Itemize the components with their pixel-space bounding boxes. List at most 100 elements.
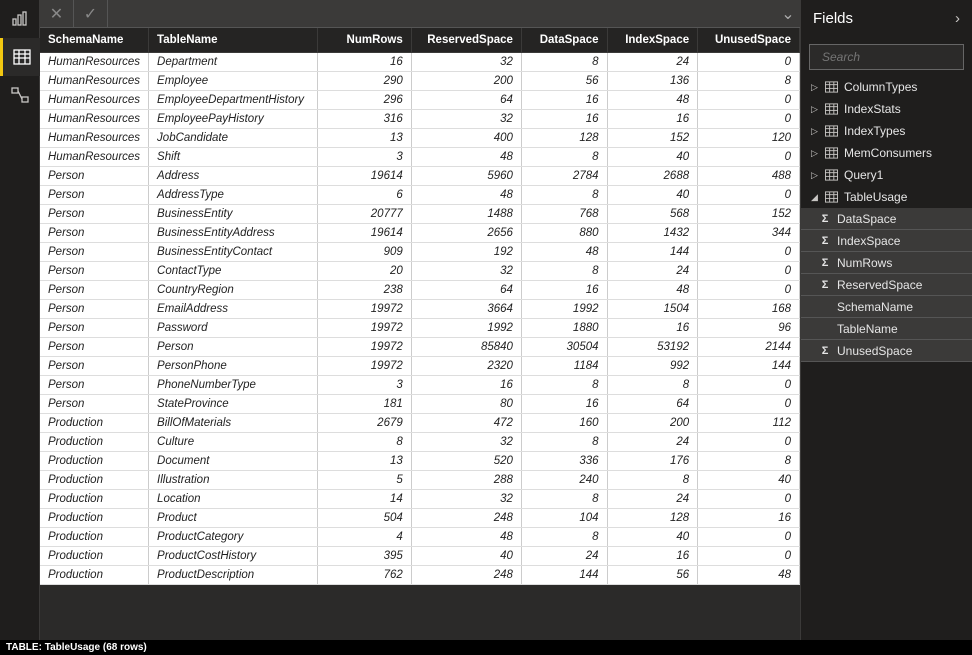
cell[interactable]: 3664 (411, 300, 521, 319)
formula-cancel-button[interactable]: ✕ (40, 0, 74, 27)
cell[interactable]: 48 (411, 186, 521, 205)
cell[interactable]: 32 (411, 110, 521, 129)
cell[interactable]: Product (149, 509, 318, 528)
column-header[interactable]: SchemaName (40, 28, 149, 53)
cell[interactable]: BusinessEntityContact (149, 243, 318, 262)
cell[interactable]: 0 (698, 490, 800, 509)
cell[interactable]: Password (149, 319, 318, 338)
table-row[interactable]: PersonBusinessEntity207771488768568152 (40, 205, 800, 224)
table-row[interactable]: ProductionBillOfMaterials267947216020011… (40, 414, 800, 433)
cell[interactable]: 40 (698, 471, 800, 490)
cell[interactable]: 8 (521, 53, 607, 72)
table-row[interactable]: ProductionDocument135203361768 (40, 452, 800, 471)
table-row[interactable]: PersonAddress19614596027842688488 (40, 167, 800, 186)
cell[interactable]: Person (40, 395, 149, 414)
cell[interactable]: 32 (411, 490, 521, 509)
cell[interactable]: 4 (317, 528, 411, 547)
cell[interactable]: 16 (521, 395, 607, 414)
cell[interactable]: BusinessEntity (149, 205, 318, 224)
cell[interactable]: 19614 (317, 167, 411, 186)
table-row[interactable]: HumanResourcesEmployeeDepartmentHistory2… (40, 91, 800, 110)
cell[interactable]: 248 (411, 566, 521, 585)
table-row[interactable]: HumanResourcesEmployee290200561368 (40, 72, 800, 91)
cell[interactable]: 1184 (521, 357, 607, 376)
table-row[interactable]: PersonBusinessEntityAddress1961426568801… (40, 224, 800, 243)
fields-header[interactable]: Fields › (801, 0, 972, 38)
cell[interactable]: 64 (411, 281, 521, 300)
fields-table-item[interactable]: ▷IndexStats (801, 98, 972, 120)
cell[interactable]: Person (40, 224, 149, 243)
cell[interactable]: 336 (521, 452, 607, 471)
cell[interactable]: 1992 (521, 300, 607, 319)
cell[interactable]: 880 (521, 224, 607, 243)
cell[interactable]: ProductDescription (149, 566, 318, 585)
cell[interactable]: 992 (607, 357, 698, 376)
cell[interactable]: 181 (317, 395, 411, 414)
cell[interactable]: 6 (317, 186, 411, 205)
cell[interactable]: 168 (698, 300, 800, 319)
cell[interactable]: 24 (607, 490, 698, 509)
cell[interactable]: 8 (521, 186, 607, 205)
fields-column-item[interactable]: ΣReservedSpace (801, 274, 972, 296)
cell[interactable]: 24 (521, 547, 607, 566)
cell[interactable]: Production (40, 490, 149, 509)
cell[interactable]: Person (149, 338, 318, 357)
cell[interactable]: StateProvince (149, 395, 318, 414)
cell[interactable]: ProductCostHistory (149, 547, 318, 566)
cell[interactable]: 0 (698, 528, 800, 547)
cell[interactable]: 0 (698, 262, 800, 281)
cell[interactable]: 8 (698, 452, 800, 471)
cell[interactable]: 13 (317, 452, 411, 471)
cell[interactable]: Production (40, 414, 149, 433)
cell[interactable]: 0 (698, 547, 800, 566)
cell[interactable]: 8 (521, 262, 607, 281)
cell[interactable]: Production (40, 566, 149, 585)
cell[interactable]: 238 (317, 281, 411, 300)
fields-table-item[interactable]: ◢TableUsage (801, 186, 972, 208)
cell[interactable]: 768 (521, 205, 607, 224)
cell[interactable]: 1992 (411, 319, 521, 338)
cell[interactable]: 0 (698, 281, 800, 300)
table-row[interactable]: ProductionLocation14328240 (40, 490, 800, 509)
cell[interactable]: 8 (607, 376, 698, 395)
cell[interactable]: 3 (317, 148, 411, 167)
table-row[interactable]: ProductionProductCostHistory3954024160 (40, 547, 800, 566)
cell[interactable]: Department (149, 53, 318, 72)
cell[interactable]: 13 (317, 129, 411, 148)
cell[interactable]: Production (40, 452, 149, 471)
cell[interactable]: 288 (411, 471, 521, 490)
cell[interactable]: 48 (521, 243, 607, 262)
formula-input[interactable] (108, 0, 776, 27)
cell[interactable]: 472 (411, 414, 521, 433)
cell[interactable]: 48 (411, 148, 521, 167)
data-view-button[interactable] (0, 38, 40, 76)
fields-table-item[interactable]: ▷IndexTypes (801, 120, 972, 142)
cell[interactable]: 176 (607, 452, 698, 471)
cell[interactable]: 0 (698, 395, 800, 414)
cell[interactable]: EmailAddress (149, 300, 318, 319)
cell[interactable]: 30504 (521, 338, 607, 357)
cell[interactable]: 192 (411, 243, 521, 262)
cell[interactable]: 48 (698, 566, 800, 585)
cell[interactable]: 16 (411, 376, 521, 395)
cell[interactable]: 762 (317, 566, 411, 585)
cell[interactable]: 504 (317, 509, 411, 528)
cell[interactable]: 56 (607, 566, 698, 585)
fields-column-item[interactable]: TableName (801, 318, 972, 340)
cell[interactable]: Person (40, 167, 149, 186)
cell[interactable]: 112 (698, 414, 800, 433)
cell[interactable]: ContactType (149, 262, 318, 281)
cell[interactable]: 568 (607, 205, 698, 224)
cell[interactable]: 16 (317, 53, 411, 72)
cell[interactable]: 40 (607, 148, 698, 167)
cell[interactable]: Address (149, 167, 318, 186)
cell[interactable]: Person (40, 300, 149, 319)
cell[interactable]: Production (40, 547, 149, 566)
fields-column-item[interactable]: ΣIndexSpace (801, 230, 972, 252)
cell[interactable]: CountryRegion (149, 281, 318, 300)
table-row[interactable]: PersonContactType20328240 (40, 262, 800, 281)
table-row[interactable]: PersonBusinessEntityContact909192481440 (40, 243, 800, 262)
cell[interactable]: 128 (521, 129, 607, 148)
cell[interactable]: 5960 (411, 167, 521, 186)
fields-column-item[interactable]: ΣDataSpace (801, 208, 972, 230)
